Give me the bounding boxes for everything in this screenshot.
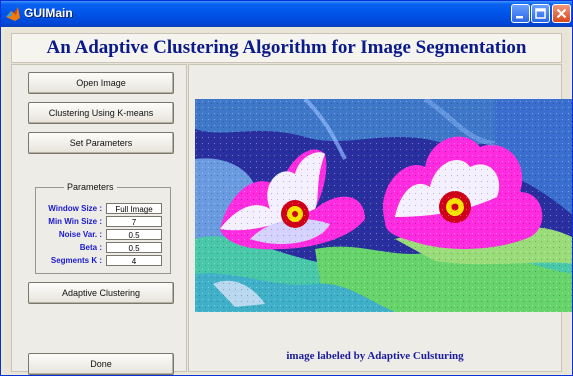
image-caption: image labeled by Adaptive Culsturing [286, 350, 464, 362]
segmented-image [195, 99, 572, 312]
param-row-noise-var: Noise Var. : 0.5 [36, 229, 170, 241]
beta-label: Beta : [79, 243, 102, 252]
image-panel: image labeled by Adaptive Culsturing [188, 64, 572, 372]
control-panel: Open Image Clustering Using K-means Set … [11, 64, 187, 375]
parameters-title: Parameters [64, 182, 117, 192]
window-size-field[interactable]: Full Image [106, 203, 162, 214]
set-parameters-button[interactable]: Set Parameters [28, 132, 174, 154]
noise-var-label: Noise Var. : [58, 230, 102, 239]
min-win-size-label: Min Win Size : [48, 217, 102, 226]
param-row-beta: Beta : 0.5 [36, 242, 170, 254]
minimize-icon[interactable] [511, 4, 530, 23]
segments-k-label: Segments K : [50, 256, 102, 265]
page-title: An Adaptive Clustering Algorithm for Ima… [46, 37, 527, 58]
open-image-button[interactable]: Open Image [28, 72, 174, 94]
title-bar[interactable]: GUIMain [1, 1, 572, 27]
adaptive-clustering-button[interactable]: Adaptive Clustering [28, 282, 174, 304]
window-size-label: Window Size : [48, 204, 102, 213]
window-title: GUIMain [24, 6, 73, 20]
header-panel: An Adaptive Clustering Algorithm for Ima… [11, 33, 562, 63]
beta-field[interactable]: 0.5 [106, 242, 162, 253]
gui-window: GUIMain An Adaptive Clustering Algorithm… [0, 0, 573, 376]
close-icon[interactable] [552, 4, 571, 23]
param-row-min-win-size: Min Win Size : 7 [36, 216, 170, 228]
param-row-segments-k: Segments K : 4 [36, 255, 170, 267]
maximize-icon[interactable] [531, 4, 550, 23]
parameters-group: Parameters Window Size : Full Image Min … [35, 182, 171, 274]
matlab-icon [5, 6, 21, 22]
noise-var-field[interactable]: 0.5 [106, 229, 162, 240]
done-button[interactable]: Done [28, 353, 174, 375]
param-row-window-size: Window Size : Full Image [36, 203, 170, 215]
kmeans-button[interactable]: Clustering Using K-means [28, 102, 174, 124]
client-area: An Adaptive Clustering Algorithm for Ima… [4, 28, 572, 375]
segments-k-field[interactable]: 4 [106, 255, 162, 266]
min-win-size-field[interactable]: 7 [106, 216, 162, 227]
